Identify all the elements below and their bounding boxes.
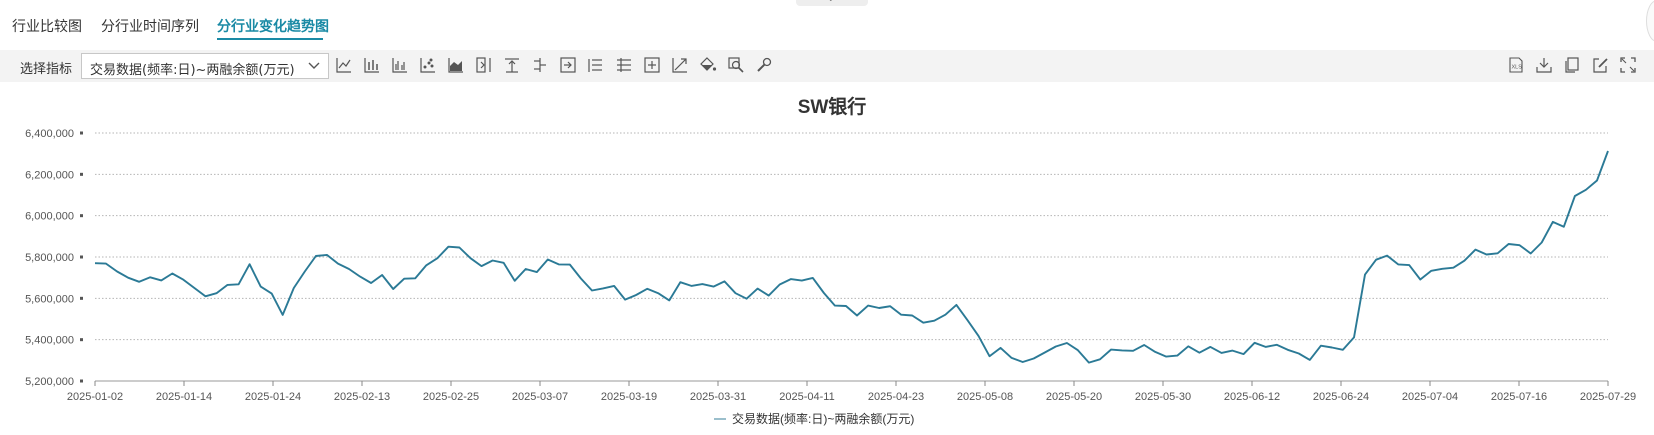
scatter-icon[interactable] <box>419 56 437 74</box>
x-tick-label: 2025-01-14 <box>156 391 212 403</box>
indicator-select[interactable]: 交易数据(频率:日)~两融余额(万元) <box>81 53 329 79</box>
legend-label: 交易数据(频率:日)~两融余额(万元) <box>732 411 914 426</box>
y-tick-label: 5,800,000 <box>25 252 74 264</box>
add-box-icon[interactable] <box>643 56 661 74</box>
y-tick-label: 6,200,000 <box>25 169 74 181</box>
area-chart-icon[interactable] <box>447 56 465 74</box>
legend[interactable]: 交易数据(频率:日)~两融余额(万元) <box>714 411 914 426</box>
y-tick-label: 6,400,000 <box>25 128 74 140</box>
chart-title: SW银行 <box>798 95 867 118</box>
y-tick-mark <box>80 255 83 259</box>
bar-chart-icon[interactable] <box>363 56 381 74</box>
chevron-down-icon <box>308 62 320 69</box>
x-tick-label: 2025-01-24 <box>245 391 301 403</box>
svg-text:XLS: XLS <box>1512 65 1523 71</box>
x-tick-label: 2025-03-19 <box>601 391 657 403</box>
y-tick-label: 5,200,000 <box>25 376 74 388</box>
x-tick-label: 2025-07-16 <box>1491 391 1547 403</box>
x-tick-label: 2025-07-04 <box>1402 391 1458 403</box>
x-tick-label: 2025-05-30 <box>1135 391 1191 403</box>
trend-line-icon[interactable] <box>671 56 689 74</box>
zoom-icon[interactable] <box>727 56 745 74</box>
chart-toolbar: 选择指标 交易数据(频率:日)~两融余额(万元) XLS <box>0 50 1654 82</box>
gridlines <box>95 132 1608 341</box>
x-tick-label: 2025-02-13 <box>334 391 390 403</box>
collapse-handle[interactable]: ⌄ <box>796 0 868 6</box>
active-tab-underline <box>217 38 323 40</box>
indicator-label: 选择指标 <box>20 62 73 77</box>
x-tick-label: 2025-04-11 <box>779 391 834 403</box>
align-top-icon[interactable] <box>503 56 521 74</box>
wrench-icon[interactable] <box>755 56 773 74</box>
copy-icon[interactable] <box>1563 56 1581 74</box>
x-tick-label: 2025-01-02 <box>67 391 123 403</box>
y-tick-mark <box>80 172 83 176</box>
x-tick-label: 2025-05-08 <box>957 391 1013 403</box>
indicator-select-value: 交易数据(频率:日)~两融余额(万元) <box>90 63 295 78</box>
tab-bar: 行业比较图 分行业时间序列 分行业变化趋势图 <box>0 0 1654 46</box>
x-tick-label: 2025-06-12 <box>1224 391 1280 403</box>
tab-industry-trend[interactable]: 分行业变化趋势图 <box>217 16 329 36</box>
align-middle-icon[interactable] <box>531 56 549 74</box>
fill-color-icon[interactable] <box>699 56 717 74</box>
list-bullets-icon[interactable] <box>587 56 605 74</box>
y-tick-mark <box>80 131 83 135</box>
y-tick-mark <box>80 296 83 300</box>
trend-chart: SW银行 5,200,000 5,400,000 5,600,000 5,800,00… <box>25 95 1636 426</box>
y-tick-label: 5,600,000 <box>25 293 74 305</box>
axis-right-icon[interactable] <box>475 56 493 74</box>
tab-industry-time-series[interactable]: 分行业时间序列 <box>101 16 199 36</box>
x-tick-label: 2025-03-07 <box>512 391 568 403</box>
list-lines-icon[interactable] <box>615 56 633 74</box>
y-tick-label: 6,000,000 <box>25 211 74 223</box>
x-tick-label: 2025-02-25 <box>423 391 479 403</box>
x-tick-label: 2025-05-20 <box>1046 391 1102 403</box>
y-tick-label: 5,400,000 <box>25 335 74 347</box>
edit-icon[interactable] <box>1591 56 1609 74</box>
download-icon[interactable] <box>1535 56 1553 74</box>
line-chart-icon[interactable] <box>335 56 353 74</box>
x-tick-label: 2025-07-29 <box>1580 391 1636 403</box>
x-tick-label: 2025-06-24 <box>1313 391 1369 403</box>
y-tick-mark <box>80 338 83 342</box>
tab-industry-comparison[interactable]: 行业比较图 <box>12 16 82 36</box>
y-axis: 5,200,000 5,400,000 5,600,000 5,800,000 6,00… <box>25 128 83 388</box>
export-xls-icon[interactable]: XLS <box>1507 56 1525 74</box>
x-tick-label: 2025-03-31 <box>690 391 746 403</box>
x-axis: 2025-01-02 2025-01-14 2025-01-24 2025-02-13… <box>67 380 1636 403</box>
y-tick-mark <box>80 379 83 383</box>
x-tick-label: 2025-04-23 <box>868 391 924 403</box>
fullscreen-icon[interactable] <box>1619 56 1637 74</box>
grouped-bar-icon[interactable] <box>391 56 409 74</box>
align-right-icon[interactable] <box>559 56 577 74</box>
chevron-down-icon: ⌄ <box>827 0 835 4</box>
y-tick-mark <box>80 214 83 218</box>
